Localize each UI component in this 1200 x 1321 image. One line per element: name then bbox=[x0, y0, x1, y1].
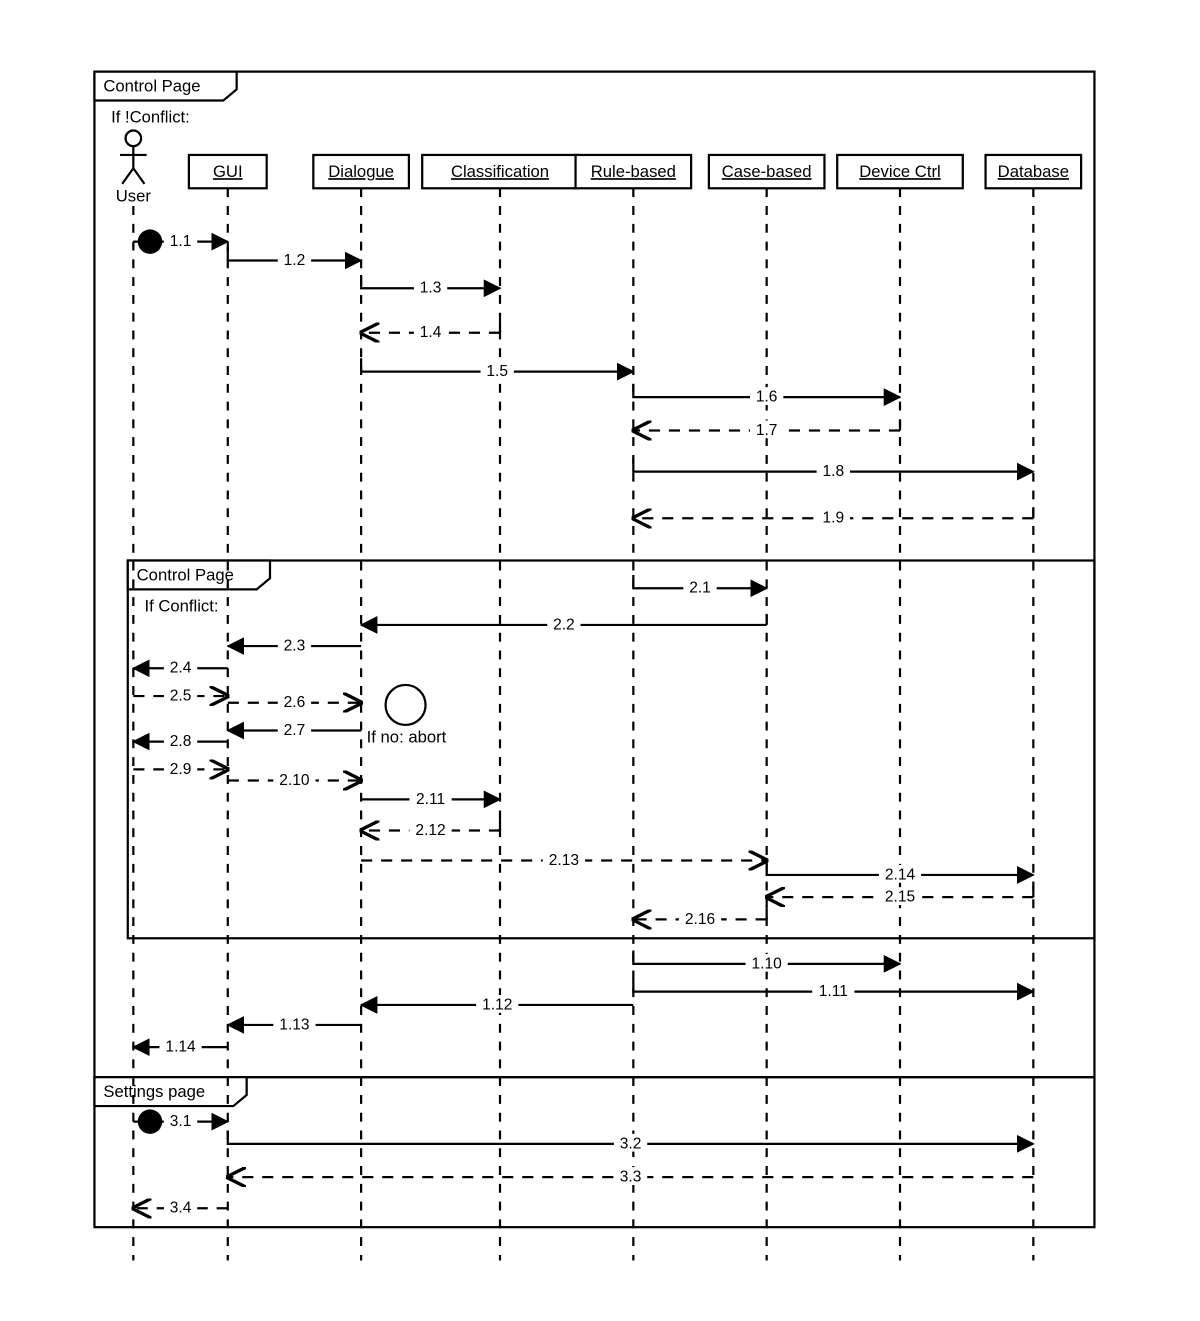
message-label: 1.2 bbox=[284, 252, 306, 269]
message-label: 1.6 bbox=[756, 389, 778, 406]
message-label: 3.4 bbox=[170, 1200, 192, 1217]
fragment: Settings page bbox=[94, 1077, 1094, 1227]
fragment-guard: If Conflict: bbox=[144, 597, 218, 616]
message-label: 1.11 bbox=[819, 983, 848, 1000]
message-label: 2.9 bbox=[170, 761, 192, 778]
participant-label: Classification bbox=[451, 162, 549, 181]
participant-label: Case-based bbox=[722, 162, 812, 181]
sequence-diagram: Control Page If !Conflict: Control Page If … bbox=[0, 0, 1200, 1321]
fragment: Control Page If Conflict: bbox=[128, 561, 1095, 939]
message-label: 1.10 bbox=[752, 955, 783, 972]
message-label: 2.1 bbox=[689, 580, 711, 597]
message-label: 1.1 bbox=[170, 233, 192, 250]
participant: Rule-based bbox=[576, 155, 692, 188]
fragment-label: Control Page bbox=[103, 77, 200, 96]
participant: Classification bbox=[422, 155, 578, 188]
message-label: 1.9 bbox=[823, 510, 845, 527]
message-label: 2.4 bbox=[170, 660, 192, 677]
state-circle-icon bbox=[386, 685, 426, 725]
message-label: 2.2 bbox=[553, 616, 575, 633]
message-label: 1.12 bbox=[482, 996, 512, 1013]
message-label: 2.6 bbox=[284, 694, 306, 711]
message-label: 2.3 bbox=[284, 638, 306, 655]
fragment-guard: If !Conflict: bbox=[111, 108, 190, 127]
message-label: 2.16 bbox=[685, 911, 715, 928]
message-label: 2.7 bbox=[284, 722, 306, 739]
message-label: 2.12 bbox=[415, 822, 445, 839]
actor-label: User bbox=[116, 187, 152, 206]
participant-label: Dialogue bbox=[328, 162, 394, 181]
message-label: 3.2 bbox=[620, 1135, 642, 1152]
message-label: 3.1 bbox=[170, 1113, 192, 1130]
participant: Case-based bbox=[709, 155, 825, 188]
message-label: 2.13 bbox=[549, 852, 579, 869]
message-label: 2.8 bbox=[170, 733, 192, 750]
message-label: 2.10 bbox=[279, 772, 310, 789]
message-label: 1.3 bbox=[420, 280, 442, 297]
state-note: If no: abort bbox=[367, 728, 447, 747]
participant: Database bbox=[986, 155, 1082, 188]
message-label: 1.5 bbox=[486, 363, 508, 380]
message-label: 1.8 bbox=[823, 463, 845, 480]
message-label: 2.5 bbox=[170, 688, 192, 705]
message-label: 3.3 bbox=[620, 1169, 642, 1186]
message-label: 1.14 bbox=[165, 1039, 196, 1056]
participant-label: Database bbox=[998, 162, 1069, 181]
participant: GUI bbox=[189, 155, 267, 188]
message-label: 2.14 bbox=[885, 866, 916, 883]
message-label: 2.15 bbox=[885, 889, 915, 906]
participant: Device Ctrl bbox=[837, 155, 963, 188]
message-label: 2.11 bbox=[416, 791, 445, 808]
message-label: 1.4 bbox=[420, 324, 442, 341]
fragment-label: Settings page bbox=[103, 1082, 205, 1101]
participant-label: Rule-based bbox=[591, 162, 676, 181]
fragment-label: Control Page bbox=[137, 566, 234, 585]
participant: Dialogue bbox=[313, 155, 409, 188]
message-label: 1.7 bbox=[756, 422, 778, 439]
actor-user: User bbox=[116, 131, 152, 206]
participant-label: GUI bbox=[213, 162, 243, 181]
participant-label: Device Ctrl bbox=[859, 162, 940, 181]
message-label: 1.13 bbox=[279, 1016, 309, 1033]
